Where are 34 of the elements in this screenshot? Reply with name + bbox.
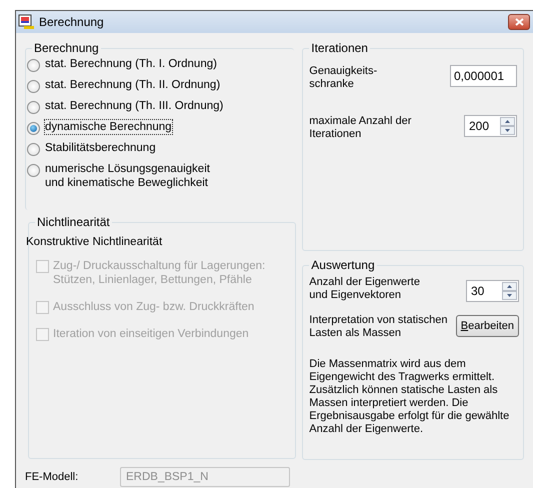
radio-button[interactable]: [27, 143, 40, 156]
close-button[interactable]: [508, 14, 530, 30]
checkbox-label: Zug-/ Druckausschaltung für Lagerungen: Stützen, Linienlager, Bettungen, Pfähle: [53, 259, 266, 287]
radio-button[interactable]: [27, 80, 40, 93]
window-title: Berechnung: [39, 14, 104, 31]
radio-button[interactable]: [27, 164, 40, 177]
radio-label: stat. Berechnung (Th. III. Ordnung): [45, 99, 224, 113]
radio-button[interactable]: [27, 122, 40, 135]
checkbox-label: Iteration von einseitigen Verbindungen: [53, 327, 249, 341]
app-icon: [18, 14, 35, 30]
radio-label: stat. Berechnung (Th. I. Ordnung): [45, 57, 217, 71]
info-text: Die Massenmatrix wird aus dem Eigengewicht des Tragwerks ermittelt. Zusätzlich können statische Lasten als Massen interpretiert werden. Die Ergebnisausgabe erfolgt für die gewählte Anzahl der Eigenwerte.: [309, 358, 510, 436]
radio-label: stat. Berechnung (Th. II. Ordnung): [45, 78, 220, 92]
radio-button[interactable]: [27, 59, 40, 72]
field-label: Interpretation von statischen Lasten als Massen: [309, 314, 448, 340]
radio-label: Stabilitätsberechnung: [45, 141, 156, 155]
spin-arrows-icon[interactable]: [502, 282, 517, 300]
section-label: Konstruktive Nichtlinearität: [26, 235, 164, 249]
radio-label: dynamische Berechnung: [45, 120, 172, 134]
group-title: Auswertung: [309, 258, 377, 273]
spin-field[interactable]: 30: [466, 280, 519, 302]
field-label: FE-Modell:: [25, 470, 80, 485]
field-label: maximale Anzahl der Iterationen: [309, 115, 412, 141]
checkbox-label: Ausschluss von Zug- bzw. Druckkräften: [53, 300, 254, 314]
close-icon: [514, 18, 524, 26]
text-field[interactable]: 0,000001: [450, 65, 517, 87]
field-label: Anzahl der Eigenwerte und Eigenvektoren: [309, 276, 420, 302]
field-label: Genauigkeits- schranke: [309, 65, 378, 91]
radio-button[interactable]: [27, 101, 40, 114]
group-title: Berechnung: [32, 41, 101, 56]
spin-arrows-icon[interactable]: [500, 117, 515, 135]
spin-field[interactable]: 200: [464, 115, 517, 137]
radio-label: numerische Lösungsgenauigkeit und kinematische Beweglichkeit: [45, 162, 210, 190]
edit-button[interactable]: Bearbeiten: [456, 315, 519, 337]
